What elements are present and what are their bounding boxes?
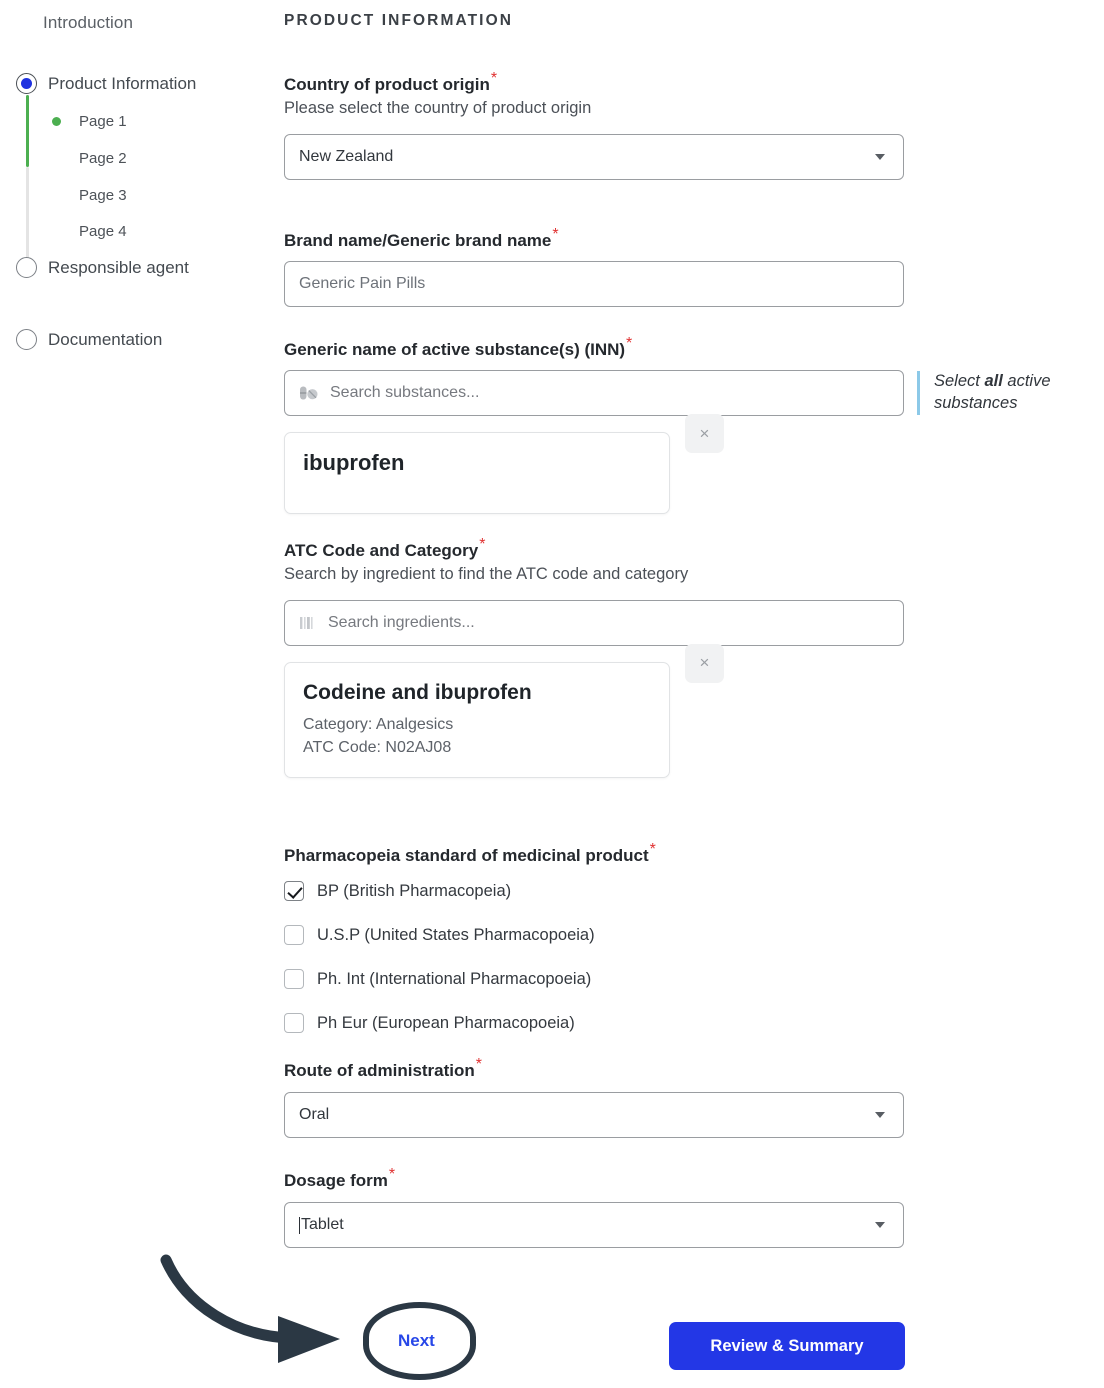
field-atc-code: ATC Code and Category* Search by ingredi… [284, 536, 904, 779]
remove-atc-button[interactable]: × [685, 643, 724, 683]
required-asterisk: * [649, 841, 656, 859]
field-hint: Search by ingredient to find the ATC cod… [284, 565, 689, 584]
progress-stepper: Introduction Product Information Page 1 … [0, 0, 270, 1388]
sidebar-subitem-label: Page 1 [79, 113, 127, 130]
next-button[interactable]: Next [398, 1331, 435, 1351]
page-dot-icon [52, 227, 61, 236]
brand-name-value: Generic Pain Pills [299, 275, 426, 293]
checkbox-bp[interactable] [284, 881, 304, 902]
field-label: Dosage form* [284, 1166, 396, 1190]
sidebar-item-responsible-agent[interactable]: Responsible agent [16, 257, 189, 278]
active-page-dot-icon [52, 117, 61, 126]
sidebar-subitem-page-3[interactable]: Page 3 [52, 187, 127, 204]
route-select-value: Oral [299, 1106, 330, 1124]
field-label: Pharmacopeia standard of medicinal produ… [284, 841, 656, 865]
sidebar-subitem-label: Page 4 [79, 223, 127, 240]
field-label: Country of product origin* [284, 70, 498, 94]
checkbox-label: U.S.P (United States Pharmacopoeia) [317, 925, 595, 944]
chevron-down-icon [875, 153, 885, 160]
checkbox-ph-eur[interactable] [284, 1013, 304, 1034]
country-select[interactable]: New Zealand [284, 133, 904, 180]
sidebar-item-documentation[interactable]: Documentation [16, 329, 162, 350]
chevron-down-icon [875, 1222, 885, 1229]
callout-emphasis: all [984, 372, 1003, 390]
checkbox-row-usp[interactable]: U.S.P (United States Pharmacopoeia) [284, 913, 656, 957]
radio-product-information[interactable] [16, 73, 37, 94]
field-label: Brand name/Generic brand name* [284, 226, 559, 250]
dosage-form-select[interactable]: Tablet [284, 1202, 904, 1249]
brand-name-input[interactable]: Generic Pain Pills [284, 261, 904, 308]
required-asterisk: * [626, 335, 633, 353]
radio-responsible-agent[interactable] [16, 257, 37, 278]
dosage-form-value: Tablet [301, 1216, 344, 1234]
checkbox-label: Ph. Int (International Pharmacopoeia) [317, 969, 592, 988]
required-asterisk: * [475, 1056, 483, 1074]
required-asterisk: * [479, 536, 486, 554]
page-title: PRODUCT INFORMATION [284, 12, 514, 29]
ingredient-search-input[interactable]: Search ingredients... [284, 599, 904, 646]
ingredient-search-placeholder: Search ingredients... [328, 613, 475, 631]
selected-atc-name: Codeine and ibuprofen [303, 680, 532, 704]
field-pharmacopeia-standard: Pharmacopeia standard of medicinal produ… [284, 841, 656, 1045]
registration-form-page: Introduction Product Information Page 1 … [0, 0, 1104, 1388]
checkbox-usp[interactable] [284, 925, 304, 946]
stepper-rail-inactive [26, 167, 29, 262]
sidebar-subitem-label: Page 3 [79, 187, 127, 204]
chevron-down-icon [875, 1112, 885, 1119]
selected-substance-name: ibuprofen [303, 450, 405, 476]
sidebar-item-label: Product Information [48, 73, 197, 93]
field-label: Route of administration* [284, 1056, 483, 1080]
required-asterisk: * [552, 226, 559, 244]
bars-icon [299, 616, 316, 630]
field-country-of-product-origin: Country of product origin* Please select… [284, 70, 904, 180]
field-hint: Please select the country of product ori… [284, 99, 592, 118]
field-label: Generic name of active substance(s) (INN… [284, 335, 633, 359]
page-dot-icon [52, 154, 61, 163]
sidebar-subitem-page-2[interactable]: Page 2 [52, 150, 127, 167]
checkbox-ph-int[interactable] [284, 969, 304, 990]
sidebar-subitem-page-4[interactable]: Page 4 [52, 223, 127, 240]
selected-atc-card: Codeine and ibuprofen Category: Analgesi… [284, 643, 724, 779]
checkbox-label: Ph Eur (European Pharmacopoeia) [317, 1013, 575, 1032]
sidebar-item-product-information[interactable]: Product Information [16, 73, 196, 94]
sidebar-item-introduction[interactable]: Introduction [43, 13, 133, 33]
field-route-of-administration: Route of administration* Oral [284, 1056, 904, 1139]
radio-documentation[interactable] [16, 329, 37, 350]
sidebar-subitem-label: Page 2 [79, 150, 127, 167]
selected-atc-code: ATC Code: N02AJ08 [303, 739, 452, 757]
required-asterisk: * [490, 70, 498, 88]
sidebar-item-label: Documentation [48, 329, 163, 349]
country-select-value: New Zealand [299, 147, 394, 165]
field-active-substance: Generic name of active substance(s) (INN… [284, 335, 1051, 515]
checkbox-row-bp[interactable]: BP (British Pharmacopeia) [284, 869, 656, 913]
field-dosage-form: Dosage form* Tablet [284, 1166, 904, 1249]
sidebar-subitem-page-1[interactable]: Page 1 [52, 113, 127, 130]
annotation-arrow-icon [160, 1254, 340, 1363]
text-cursor-icon [299, 1216, 300, 1234]
substance-search-placeholder: Search substances... [330, 384, 480, 402]
page-dot-icon [52, 191, 61, 200]
route-select[interactable]: Oral [284, 1092, 904, 1139]
field-label: ATC Code and Category* [284, 536, 486, 560]
checkbox-row-ph-int[interactable]: Ph. Int (International Pharmacopoeia) [284, 957, 656, 1001]
remove-substance-button[interactable]: × [685, 414, 724, 454]
selected-substance-card: ibuprofen × [284, 414, 724, 515]
field-brand-name: Brand name/Generic brand name* Generic P… [284, 226, 904, 308]
select-all-substances-note: Select all active substances [917, 371, 1092, 415]
stepper-rail-active [26, 95, 29, 167]
selected-atc-category: Category: Analgesics [303, 715, 454, 733]
checkbox-row-ph-eur[interactable]: Ph Eur (European Pharmacopoeia) [284, 1001, 656, 1045]
substance-search-input[interactable]: Search substances... [284, 370, 904, 417]
review-and-summary-button[interactable]: Review & Summary [669, 1322, 905, 1370]
checkbox-label: BP (British Pharmacopeia) [317, 881, 512, 900]
sidebar-item-label: Responsible agent [48, 257, 189, 277]
pill-icon [299, 385, 318, 401]
required-asterisk: * [388, 1166, 396, 1184]
